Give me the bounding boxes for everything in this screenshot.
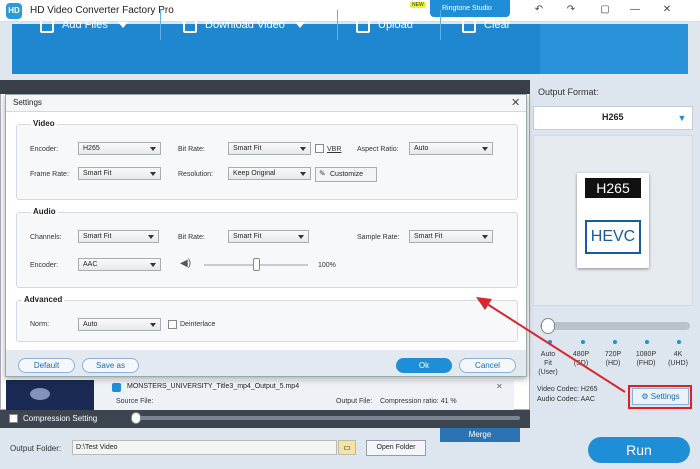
toolbar-divider bbox=[160, 10, 161, 40]
annotation-arrow-line bbox=[483, 301, 626, 393]
output-file-label: Output File: bbox=[336, 398, 373, 405]
gear-icon: ⚙ bbox=[641, 392, 651, 401]
dialog-header bbox=[6, 95, 526, 112]
default-button[interactable]: Default bbox=[18, 358, 75, 373]
video-encoder-select[interactable]: H265 bbox=[78, 142, 161, 155]
close-button[interactable]: ✕ bbox=[654, 2, 680, 18]
add-files-button[interactable]: Add Files bbox=[40, 0, 128, 50]
quality-label: 4K (UHD) bbox=[668, 351, 688, 367]
video-bitrate-label: Bit Rate: bbox=[178, 146, 205, 153]
aspect-ratio-select[interactable]: Auto bbox=[409, 142, 493, 155]
speaker-icon: ◀) bbox=[180, 258, 192, 269]
audio-group-title: Audio bbox=[31, 207, 58, 216]
file-checkbox[interactable] bbox=[112, 383, 121, 392]
sample-rate-select[interactable]: Smart Fit bbox=[409, 230, 493, 243]
frame-rate-label: Frame Rate: bbox=[30, 171, 69, 178]
video-group-title: Video bbox=[31, 119, 57, 128]
upload-icon bbox=[356, 17, 370, 34]
chevron-down-icon[interactable] bbox=[294, 22, 305, 29]
format-badge-top: H265 bbox=[585, 178, 641, 198]
audio-encoder-label: Encoder: bbox=[30, 262, 59, 269]
output-folder-label: Output Folder: bbox=[10, 444, 62, 453]
video-thumbnail[interactable] bbox=[6, 380, 102, 410]
minimize-button[interactable]: — bbox=[622, 2, 648, 18]
download-video-button[interactable]: Download Video bbox=[183, 0, 305, 50]
compression-checkbox[interactable] bbox=[9, 414, 18, 423]
aspect-ratio-label: Aspect Ratio: bbox=[357, 146, 399, 153]
norm-select[interactable]: Auto bbox=[78, 318, 161, 331]
format-badge-bottom: HEVC bbox=[585, 220, 641, 254]
output-format-value: H265 bbox=[602, 112, 624, 122]
download-icon bbox=[183, 17, 197, 34]
deinterlace-checkbox[interactable] bbox=[168, 320, 177, 329]
toolbar-right bbox=[540, 24, 688, 74]
add-files-icon bbox=[40, 17, 54, 34]
advanced-group-title: Advanced bbox=[22, 295, 65, 304]
volume-slider-handle[interactable] bbox=[253, 258, 260, 271]
file-name: MONSTERS_UNIVERSITY_Title3_mp4_Output_5.… bbox=[127, 383, 300, 390]
chevron-down-icon[interactable]: ▼ bbox=[673, 108, 691, 128]
redo-icon[interactable]: ↷ bbox=[558, 2, 584, 18]
settings-button[interactable]: ⚙ Settings bbox=[632, 388, 689, 405]
video-group bbox=[16, 124, 518, 200]
folder-icon[interactable]: ▭ bbox=[338, 440, 356, 455]
dialog-close-icon[interactable]: ✕ bbox=[511, 96, 520, 109]
save-as-button[interactable]: Save as bbox=[82, 358, 139, 373]
open-folder-button[interactable]: Open Folder bbox=[366, 440, 426, 456]
compression-ratio: Compression ratio: 41 % bbox=[380, 398, 457, 405]
chat-icon[interactable]: ▢ bbox=[592, 2, 618, 18]
compression-slider[interactable] bbox=[137, 416, 520, 420]
app-logo: HD bbox=[6, 3, 22, 19]
thumbnail-graphic bbox=[30, 388, 50, 400]
audio-bitrate-select[interactable]: Smart Fit bbox=[228, 230, 309, 243]
toolbar-divider bbox=[440, 10, 441, 40]
output-folder-input[interactable]: D:\Test Video bbox=[72, 440, 337, 455]
norm-label: Norm: bbox=[30, 321, 50, 328]
clear-button[interactable]: Clear bbox=[462, 0, 510, 50]
ok-button[interactable]: Ok bbox=[396, 358, 452, 373]
dialog-title: Settings bbox=[13, 98, 42, 107]
quality-tick bbox=[645, 340, 649, 344]
upload-button[interactable]: Upload bbox=[356, 0, 413, 50]
annotation-arrow-head bbox=[476, 297, 492, 310]
resolution-select[interactable]: Keep Original bbox=[228, 167, 311, 180]
compression-label: Compression Setting bbox=[23, 414, 98, 423]
pencil-icon: ✎ bbox=[319, 169, 326, 178]
resolution-label: Resolution: bbox=[178, 171, 214, 178]
source-file-label: Source File: bbox=[116, 398, 154, 405]
vbr-checkbox[interactable] bbox=[315, 144, 324, 153]
channels-select[interactable]: Smart Fit bbox=[78, 230, 159, 243]
video-encoder-label: Encoder: bbox=[30, 146, 59, 153]
audio-bitrate-label: Bit Rate: bbox=[178, 234, 205, 241]
frame-rate-select[interactable]: Smart Fit bbox=[78, 167, 161, 180]
run-button[interactable]: Run bbox=[588, 437, 690, 463]
annotation-arrow bbox=[476, 297, 626, 393]
channels-label: Channels: bbox=[30, 234, 62, 241]
volume-value: 100% bbox=[318, 262, 336, 269]
undo-icon[interactable]: ↶ bbox=[526, 2, 552, 18]
quality-tick bbox=[677, 340, 681, 344]
merge-button[interactable]: Merge bbox=[440, 428, 520, 442]
video-bitrate-select[interactable]: Smart Fit bbox=[228, 142, 311, 155]
trash-icon bbox=[462, 17, 476, 34]
chevron-down-icon[interactable] bbox=[117, 22, 128, 29]
audio-group bbox=[16, 212, 518, 288]
audio-encoder-select[interactable]: AAC bbox=[78, 258, 161, 271]
toolbar-divider bbox=[337, 10, 338, 40]
file-list-header bbox=[0, 80, 530, 94]
quality-label: 1080P (FHD) bbox=[635, 351, 657, 367]
compression-slider-handle[interactable] bbox=[131, 412, 141, 424]
deinterlace-label: Deinterlace bbox=[180, 321, 216, 328]
sample-rate-label: Sample Rate: bbox=[357, 234, 400, 241]
vbr-label: VBR bbox=[327, 146, 342, 153]
output-format-label: Output Format: bbox=[538, 87, 599, 97]
